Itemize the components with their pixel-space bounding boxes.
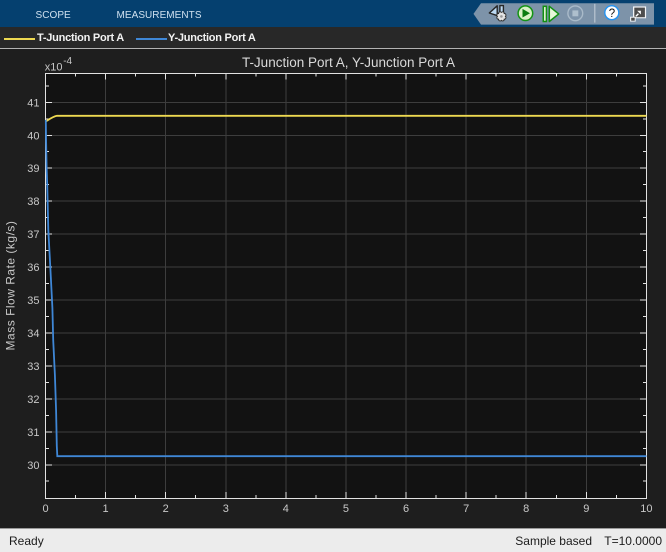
- svg-text:?: ?: [609, 8, 615, 20]
- svg-text:34: 34: [27, 328, 39, 340]
- svg-text:37: 37: [27, 229, 39, 241]
- svg-text:3: 3: [223, 503, 229, 515]
- svg-text:9: 9: [583, 503, 589, 515]
- svg-text:0: 0: [42, 503, 48, 515]
- svg-text:4: 4: [283, 503, 289, 515]
- svg-text:39: 39: [27, 163, 39, 175]
- svg-text:7: 7: [463, 503, 469, 515]
- svg-text:36: 36: [27, 262, 39, 274]
- svg-text:35: 35: [27, 295, 39, 307]
- svg-text:1: 1: [103, 503, 109, 515]
- svg-text:8: 8: [523, 503, 529, 515]
- svg-text:32: 32: [27, 394, 39, 406]
- svg-text:40: 40: [27, 130, 39, 142]
- svg-text:6: 6: [403, 503, 409, 515]
- svg-text:38: 38: [27, 196, 39, 208]
- svg-text:33: 33: [27, 361, 39, 373]
- svg-text:30: 30: [27, 460, 39, 472]
- svg-text:10: 10: [640, 503, 652, 515]
- svg-text:31: 31: [27, 427, 39, 439]
- svg-text:5: 5: [343, 503, 349, 515]
- svg-text:2: 2: [163, 503, 169, 515]
- svg-text:41: 41: [27, 97, 39, 109]
